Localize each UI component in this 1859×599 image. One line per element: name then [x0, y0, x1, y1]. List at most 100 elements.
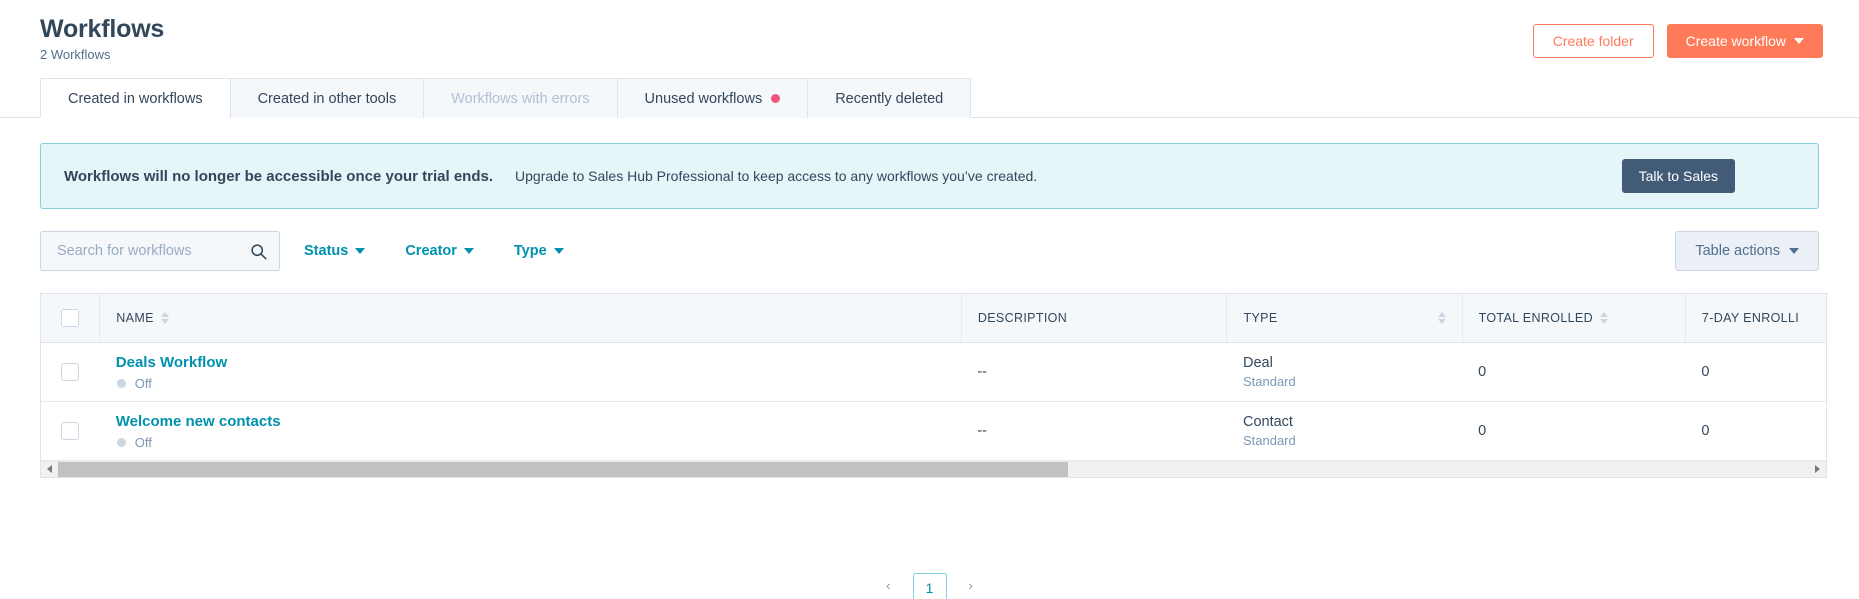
cell-name: Deals Workflow Off: [99, 342, 962, 402]
status-dot-icon: [116, 378, 126, 388]
table-actions-button[interactable]: Table actions: [1675, 231, 1819, 271]
filter-links: Status Creator Type: [304, 243, 564, 259]
scrollbar-thumb[interactable]: [58, 461, 1068, 477]
trial-banner: Workflows will no longer be accessible o…: [40, 143, 1819, 209]
tab-workflows-with-errors: Workflows with errors: [424, 78, 618, 118]
tab-label: Recently deleted: [835, 90, 944, 107]
column-label: NAME: [116, 310, 154, 325]
column-header-name[interactable]: NAME: [99, 294, 962, 343]
cell-7-day-enrolled: 0: [1685, 401, 1826, 461]
status-label: Off: [134, 434, 152, 450]
chevron-down-icon: [1789, 248, 1799, 254]
pagination-page-1[interactable]: 1: [912, 573, 947, 599]
table-header-row: NAME DESCRIPTION TYPE TOTAL ENROLLED 7-D…: [41, 294, 1826, 343]
cell-description: --: [961, 401, 1227, 461]
filter-status-label: Status: [304, 243, 349, 259]
cell-7-day-enrolled: 0: [1685, 342, 1826, 402]
tab-label: Created in other tools: [257, 90, 397, 107]
chevron-down-icon: [355, 248, 366, 254]
scroll-left-arrow-icon[interactable]: [41, 462, 58, 477]
table-row[interactable]: Welcome new contacts Off -- Contact Stan…: [41, 401, 1826, 461]
table-actions-label: Table actions: [1695, 243, 1780, 259]
row-checkbox[interactable]: [61, 421, 80, 440]
column-header-type[interactable]: TYPE: [1226, 294, 1463, 343]
sort-icon[interactable]: [1437, 311, 1446, 324]
search-input[interactable]: [55, 242, 250, 260]
cell-total-enrolled: 0: [1462, 401, 1686, 461]
pagination: ‹ 1 ›: [0, 573, 1859, 599]
filter-bar: Status Creator Type Table actions: [40, 231, 1819, 271]
type-value: Contact: [1242, 413, 1293, 430]
pagination-prev[interactable]: ‹: [886, 573, 890, 599]
create-folder-label: Create folder: [1552, 33, 1634, 49]
horizontal-scrollbar[interactable]: [40, 460, 1827, 478]
select-all-header: [41, 294, 101, 343]
header-actions: Create folder Create workflow: [1532, 24, 1823, 58]
create-workflow-label: Create workflow: [1685, 33, 1786, 49]
sort-icon[interactable]: [1599, 311, 1608, 324]
banner-body: Upgrade to Sales Hub Professional to kee…: [515, 168, 1038, 184]
create-folder-button[interactable]: Create folder: [1532, 24, 1654, 58]
row-select-cell: [41, 401, 100, 461]
workflows-table: NAME DESCRIPTION TYPE TOTAL ENROLLED 7-D…: [41, 294, 1826, 461]
column-label: DESCRIPTION: [977, 310, 1068, 325]
column-label: TYPE: [1243, 310, 1278, 325]
chevron-down-icon: [1794, 38, 1804, 44]
search-icon[interactable]: [250, 243, 267, 260]
column-label: 7-DAY ENROLLI: [1701, 310, 1800, 325]
workflows-table-region: NAME DESCRIPTION TYPE TOTAL ENROLLED 7-D…: [40, 293, 1827, 478]
tab-strip: Created in workflows Created in other to…: [0, 78, 1859, 119]
notification-dot-icon: [771, 94, 781, 103]
type-subvalue: Standard: [1242, 432, 1296, 448]
status-dot-icon: [116, 437, 126, 447]
column-header-description: DESCRIPTION: [961, 294, 1228, 343]
tab-created-in-workflows[interactable]: Created in workflows: [40, 78, 231, 119]
filter-creator-label: Creator: [405, 243, 457, 259]
tab-label: Created in workflows: [68, 90, 203, 107]
table-scroll-viewport: NAME DESCRIPTION TYPE TOTAL ENROLLED 7-D…: [40, 293, 1827, 461]
cell-type: Deal Standard: [1226, 342, 1463, 402]
search-box[interactable]: [40, 231, 280, 271]
page-header: Workflows 2 Workflows Create folder Crea…: [0, 0, 1859, 78]
cell-type: Contact Standard: [1226, 401, 1463, 461]
scrollbar-track[interactable]: [58, 461, 1809, 477]
status-label: Off: [134, 375, 152, 391]
pagination-next[interactable]: ›: [969, 573, 973, 599]
column-label: TOTAL ENROLLED: [1478, 310, 1593, 325]
table-row[interactable]: Deals Workflow Off -- Deal Standard 0 0: [41, 342, 1826, 402]
cell-total-enrolled: 0: [1462, 342, 1686, 402]
row-checkbox[interactable]: [61, 362, 80, 381]
tab-label: Unused workflows: [644, 90, 763, 107]
workflow-name-link[interactable]: Deals Workflow: [116, 353, 946, 372]
type-subvalue: Standard: [1242, 373, 1296, 389]
column-header-total-enrolled[interactable]: TOTAL ENROLLED: [1462, 294, 1686, 343]
filter-creator[interactable]: Creator: [405, 243, 474, 259]
filter-status[interactable]: Status: [304, 243, 366, 259]
chevron-down-icon: [553, 248, 564, 254]
filter-type[interactable]: Type: [514, 243, 564, 259]
sort-icon[interactable]: [160, 311, 169, 324]
column-header-7-day-enrolled[interactable]: 7-DAY ENROLLI: [1685, 294, 1826, 343]
type-value: Deal: [1242, 354, 1273, 371]
cell-description: --: [961, 342, 1227, 402]
tabs: Created in workflows Created in other to…: [40, 78, 1859, 119]
tab-created-in-other-tools[interactable]: Created in other tools: [230, 78, 425, 118]
table-head: NAME DESCRIPTION TYPE TOTAL ENROLLED 7-D…: [41, 294, 1826, 343]
cell-name: Welcome new contacts Off: [99, 401, 962, 461]
create-workflow-button[interactable]: Create workflow: [1666, 24, 1823, 58]
filter-type-label: Type: [513, 243, 547, 259]
select-all-checkbox[interactable]: [61, 308, 80, 327]
scroll-right-arrow-icon[interactable]: [1809, 462, 1826, 477]
tab-label: Workflows with errors: [451, 90, 590, 107]
talk-to-sales-label: Talk to Sales: [1638, 168, 1718, 184]
talk-to-sales-button[interactable]: Talk to Sales: [1621, 159, 1735, 193]
tab-recently-deleted[interactable]: Recently deleted: [808, 78, 972, 118]
workflow-status: Off: [116, 435, 946, 450]
workflow-status: Off: [116, 376, 946, 391]
chevron-down-icon: [463, 248, 474, 254]
tab-unused-workflows[interactable]: Unused workflows: [617, 78, 809, 118]
table-body: Deals Workflow Off -- Deal Standard 0 0: [41, 342, 1826, 461]
row-select-cell: [41, 342, 100, 402]
workflow-name-link[interactable]: Welcome new contacts: [116, 412, 946, 431]
banner-headline: Workflows will no longer be accessible o…: [64, 167, 494, 185]
